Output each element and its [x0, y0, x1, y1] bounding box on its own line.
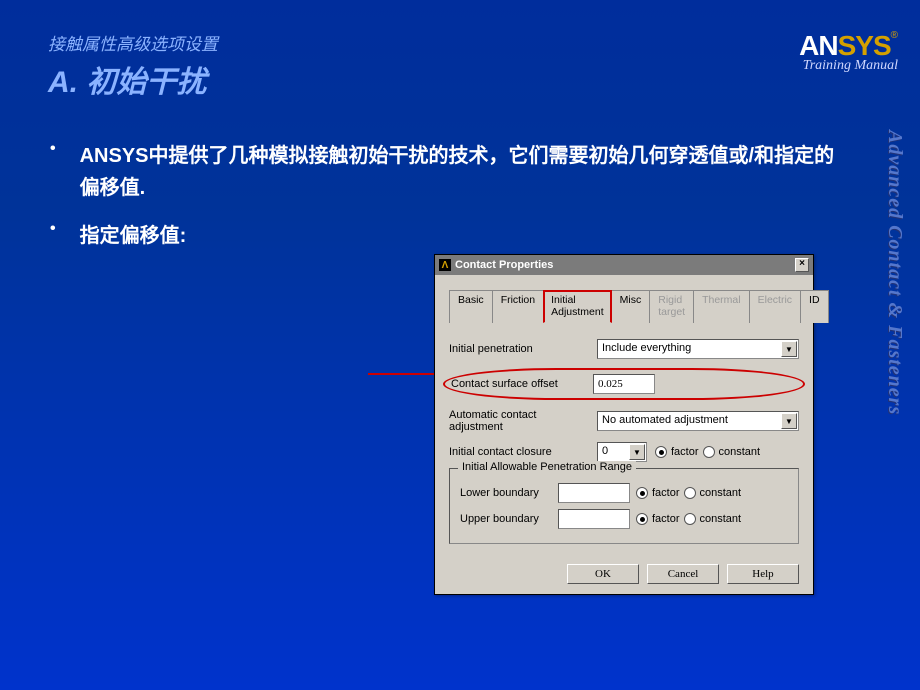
tab-misc[interactable]: Misc	[611, 290, 651, 323]
closure-factor-label: factor	[671, 446, 699, 458]
lower-boundary-label: Lower boundary	[460, 487, 552, 499]
upper-factor-radio[interactable]	[636, 513, 648, 525]
bullet-item: • 指定偏移值:	[50, 220, 850, 252]
logo-subtitle: Training Manual	[799, 58, 898, 74]
tab-initial-adjustment[interactable]: Initial Adjustment	[543, 290, 612, 323]
slide-title: A. 初始干扰	[48, 57, 218, 101]
lower-boundary-row: Lower boundary factor constant	[460, 483, 788, 503]
cancel-button[interactable]: Cancel	[647, 564, 719, 584]
chevron-down-icon[interactable]: ▼	[781, 341, 797, 357]
slide-body: • ANSYS中提供了几种模拟接触初始干扰的技术，它们需要初始几何穿透值或/和指…	[50, 140, 850, 268]
upper-constant-label: constant	[700, 513, 742, 525]
tab-strip: Basic Friction Initial Adjustment Misc R…	[449, 289, 799, 323]
penetration-range-legend: Initial Allowable Penetration Range	[458, 461, 636, 473]
tab-basic[interactable]: Basic	[449, 290, 493, 323]
tab-electric: Electric	[749, 290, 801, 323]
lower-boundary-input[interactable]	[558, 483, 630, 503]
upper-radio-group: factor constant	[636, 513, 741, 525]
bullet-item: • ANSYS中提供了几种模拟接触初始干扰的技术，它们需要初始几何穿透值或/和指…	[50, 140, 850, 204]
contact-offset-label: Contact surface offset	[451, 378, 585, 390]
slide-pretitle: 接触属性高级选项设置	[48, 30, 218, 55]
closure-constant-label: constant	[719, 446, 761, 458]
logo-an: AN	[799, 30, 837, 61]
logo: ANSYS® Training Manual	[799, 30, 898, 74]
dialog-titlebar[interactable]: Λ Contact Properties ×	[435, 255, 813, 275]
tab-rigid-target: Rigid target	[649, 290, 694, 323]
lower-factor-radio[interactable]	[636, 487, 648, 499]
initial-penetration-label: Initial penetration	[449, 343, 589, 355]
upper-boundary-input[interactable]	[558, 509, 630, 529]
slide-header: 接触属性高级选项设置 A. 初始干扰	[48, 30, 218, 101]
auto-adjust-select[interactable]: No automated adjustment ▼	[597, 411, 799, 431]
chevron-down-icon[interactable]: ▼	[629, 444, 645, 460]
contact-offset-row: Contact surface offset	[443, 368, 805, 400]
initial-penetration-value: Include everything	[602, 342, 691, 354]
auto-adjust-value: No automated adjustment	[602, 414, 728, 426]
lower-radio-group: factor constant	[636, 487, 741, 499]
upper-boundary-label: Upper boundary	[460, 513, 552, 525]
tab-thermal: Thermal	[693, 290, 750, 323]
contact-properties-dialog: Λ Contact Properties × Basic Friction In…	[434, 254, 814, 595]
tab-friction[interactable]: Friction	[492, 290, 544, 323]
bullet-text: ANSYS中提供了几种模拟接触初始干扰的技术，它们需要初始几何穿透值或/和指定的…	[80, 140, 850, 204]
bullet-dot: •	[50, 220, 56, 252]
bullet-text: 指定偏移值:	[80, 220, 187, 252]
auto-adjust-row: Automatic contact adjustment No automate…	[449, 409, 799, 433]
dialog-title-text: Contact Properties	[455, 259, 791, 271]
lower-factor-label: factor	[652, 487, 680, 499]
upper-boundary-row: Upper boundary factor constant	[460, 509, 788, 529]
closure-factor-radio[interactable]	[655, 446, 667, 458]
lower-constant-radio[interactable]	[684, 487, 696, 499]
tab-id[interactable]: ID	[800, 290, 829, 323]
logo-sys: SYS	[838, 30, 891, 61]
bullet-dot: •	[50, 140, 56, 204]
contact-offset-input[interactable]	[593, 374, 655, 394]
chevron-down-icon[interactable]: ▼	[781, 413, 797, 429]
lower-constant-label: constant	[700, 487, 742, 499]
ok-button[interactable]: OK	[567, 564, 639, 584]
initial-penetration-select[interactable]: Include everything ▼	[597, 339, 799, 359]
slide: 接触属性高级选项设置 A. 初始干扰 ANSYS® Training Manua…	[0, 0, 920, 690]
dialog-icon: Λ	[439, 259, 451, 271]
auto-adjust-label: Automatic contact adjustment	[449, 409, 589, 433]
dialog-body: Basic Friction Initial Adjustment Misc R…	[435, 275, 813, 554]
help-button[interactable]: Help	[727, 564, 799, 584]
penetration-range-fieldset: Initial Allowable Penetration Range Lowe…	[449, 468, 799, 544]
closure-radio-group: factor constant	[655, 446, 760, 458]
upper-factor-label: factor	[652, 513, 680, 525]
closure-row: Initial contact closure 0 ▼ factor const…	[449, 442, 799, 462]
closure-constant-radio[interactable]	[703, 446, 715, 458]
closure-value: 0	[602, 445, 608, 457]
closure-label: Initial contact closure	[449, 446, 589, 458]
initial-penetration-row: Initial penetration Include everything ▼	[449, 339, 799, 359]
dialog-button-row: OK Cancel Help	[435, 554, 813, 594]
side-text: Advanced Contact & Fasteners	[883, 130, 906, 415]
close-icon[interactable]: ×	[795, 258, 809, 272]
upper-constant-radio[interactable]	[684, 513, 696, 525]
closure-select[interactable]: 0 ▼	[597, 442, 647, 462]
